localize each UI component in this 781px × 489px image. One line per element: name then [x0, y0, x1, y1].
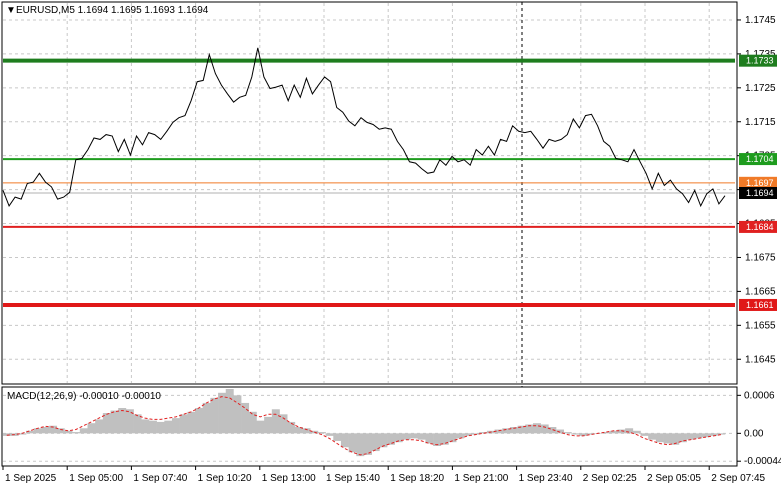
time-label: 1 Sep 15:40	[326, 473, 380, 484]
macd-bar	[348, 433, 357, 453]
macd-tick-label: -0.00044	[744, 456, 781, 467]
macd-bar	[110, 410, 119, 434]
macd-bar	[271, 409, 280, 434]
macd-bar	[632, 430, 641, 434]
macd-bar	[225, 389, 234, 434]
macd-bar	[64, 430, 73, 434]
time-label: 1 Sep 07:40	[133, 473, 187, 484]
macd-bar	[171, 418, 180, 434]
macd-bar	[456, 433, 465, 439]
macd-bar	[164, 420, 173, 434]
macd-bar	[379, 433, 388, 448]
level-label: 1.1733	[746, 56, 774, 66]
macd-bar	[663, 433, 672, 444]
macd-bar	[179, 414, 188, 434]
macd-bar	[563, 432, 572, 434]
macd-scale: 0.0006 0.00 -0.00044	[737, 390, 781, 467]
macd-bar	[264, 416, 273, 434]
macd-bar	[210, 397, 219, 434]
macd-bar	[148, 420, 157, 434]
level-label: 1.1661	[746, 300, 774, 310]
time-label: 2 Sep 02:25	[583, 473, 637, 484]
macd-bar	[340, 433, 349, 448]
time-label: 1 Sep 21:00	[454, 473, 508, 484]
macd-bar	[41, 427, 50, 434]
macd-bar	[133, 414, 142, 434]
trading-chart[interactable]: ▼ EURUSD,M5 1.1694 1.1695 1.1693 1.1694 …	[0, 0, 781, 489]
macd-bar	[87, 423, 96, 434]
macd-bar	[79, 428, 88, 434]
macd-bar	[256, 420, 265, 434]
time-label: 1 Sep 05:00	[69, 473, 123, 484]
macd-bar	[433, 433, 442, 446]
macd-bar	[540, 424, 549, 434]
time-label: 1 Sep 2025	[5, 473, 57, 484]
macd-bar	[648, 433, 657, 440]
time-label: 1 Sep 10:20	[198, 473, 252, 484]
macd-bar	[95, 419, 104, 434]
collapse-arrow-icon[interactable]: ▼	[6, 5, 16, 16]
macd-bar	[156, 421, 165, 434]
time-label: 2 Sep 05:05	[647, 473, 701, 484]
macd-bar	[279, 414, 288, 434]
macd-bar	[72, 432, 81, 434]
macd-bar	[333, 433, 342, 441]
macd-bar	[571, 433, 580, 435]
macd-bar	[655, 433, 664, 443]
price-tick-label: 1.1655	[745, 320, 776, 331]
time-label: 2 Sep 07:45	[711, 473, 765, 484]
macd-bar	[410, 433, 419, 439]
time-label: 1 Sep 18:20	[390, 473, 444, 484]
macd-bar	[617, 429, 626, 434]
macd-bar	[532, 423, 541, 434]
macd-bar	[356, 433, 365, 457]
macd-bar	[218, 392, 227, 434]
macd-bar	[425, 433, 434, 444]
macd-bar	[317, 432, 326, 434]
price-tick-label: 1.1745	[745, 15, 776, 26]
time-axis: 1 Sep 2025 1 Sep 05:00 1 Sep 07:40 1 Sep 10…	[2, 466, 766, 484]
macd-bar	[717, 433, 726, 435]
macd-bar	[402, 433, 411, 440]
macd-bar	[241, 402, 250, 434]
price-tick-label: 1.1665	[745, 286, 776, 297]
macd-label: MACD(12,26,9) -0.00010 -0.00010	[7, 391, 161, 402]
price-tick-label: 1.1725	[745, 83, 776, 94]
price-tick-label: 1.1645	[745, 354, 776, 365]
macd-bar	[640, 433, 649, 436]
macd-bar	[187, 411, 196, 434]
level-label: 1.1694	[746, 188, 774, 198]
time-label: 1 Sep 23:40	[519, 473, 573, 484]
macd-bar	[202, 402, 211, 434]
macd-bar	[141, 419, 150, 434]
macd-bar	[440, 433, 449, 445]
macd-bar	[195, 408, 204, 434]
time-label: 1 Sep 13:00	[262, 473, 316, 484]
macd-bar	[118, 408, 127, 434]
symbol-info: EURUSD,M5 1.1694 1.1695 1.1693 1.1694	[16, 5, 209, 16]
macd-bar	[33, 428, 42, 434]
macd-bar	[325, 433, 334, 436]
price-tick-label: 1.1675	[745, 252, 776, 263]
macd-tick-label: 0.0006	[744, 390, 775, 401]
level-label: 1.1697	[746, 178, 774, 188]
price-tick-label: 1.1715	[745, 117, 776, 128]
macd-bar	[417, 433, 426, 440]
level-label: 1.1704	[746, 154, 774, 164]
level-label: 1.1684	[746, 222, 774, 232]
macd-tick-label: 0.00	[744, 428, 764, 439]
